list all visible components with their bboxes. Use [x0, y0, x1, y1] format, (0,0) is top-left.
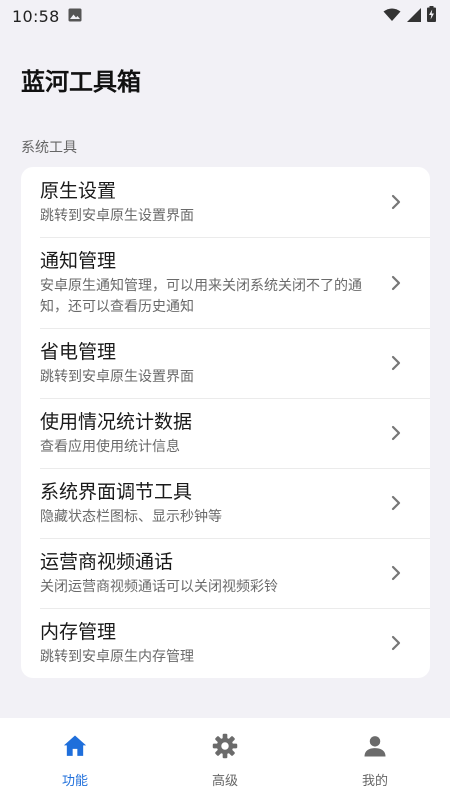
list-item-usage-stats[interactable]: 使用情况统计数据 查看应用使用统计信息: [21, 398, 430, 468]
chevron-right-icon: [391, 495, 401, 511]
item-description: 跳转到安卓原生设置界面: [40, 369, 194, 385]
chevron-right-icon: [391, 425, 401, 441]
item-title: 系统界面调节工具: [40, 481, 193, 503]
chevron-right-icon: [391, 275, 401, 290]
item-title: 运营商视频通话: [40, 551, 174, 573]
item-title: 省电管理: [40, 341, 117, 363]
tab-label: 我的: [361, 774, 388, 789]
item-title: 内存管理: [40, 621, 117, 643]
item-title: 使用情况统计数据: [40, 411, 193, 433]
list-item-notification-management[interactable]: 通知管理 安卓原生通知管理，可以用来关闭系统关闭不了的通知，还可以查看历史通知: [21, 237, 430, 328]
item-title: 通知管理: [40, 250, 117, 272]
tab-label: 功能: [61, 774, 88, 789]
item-description: 跳转到安卓原生内存管理: [40, 649, 194, 665]
chevron-right-icon: [391, 194, 401, 210]
tab-mine[interactable]: 我的: [300, 718, 450, 800]
person-icon: [364, 736, 386, 757]
gear-icon: [212, 733, 238, 759]
battery-charging-icon: [427, 6, 436, 26]
wifi-icon: [383, 7, 401, 26]
status-time: 10:58: [12, 6, 60, 26]
tab-advanced[interactable]: 高级: [150, 718, 300, 800]
image-icon: [68, 7, 82, 26]
home-icon: [63, 735, 87, 756]
status-bar: 10:58: [0, 0, 450, 32]
item-description: 隐藏状态栏图标、显示秒钟等: [40, 509, 222, 525]
chevron-right-icon: [391, 355, 401, 371]
signal-icon: [407, 7, 421, 26]
item-description: 关闭运营商视频通话可以关闭视频彩铃: [40, 579, 278, 595]
tools-list: 原生设置 跳转到安卓原生设置界面 通知管理 安卓原生通知管理，可以用来关闭系统关…: [21, 167, 430, 678]
item-title: 原生设置: [40, 180, 117, 202]
item-description: 安卓原生通知管理，可以用来关闭系统关闭不了的通知，还可以查看历史通知: [40, 278, 362, 315]
tab-functions[interactable]: 功能: [0, 718, 150, 800]
tab-label: 高级: [211, 774, 238, 789]
list-item-memory-management[interactable]: 内存管理 跳转到安卓原生内存管理: [21, 608, 430, 678]
chevron-right-icon: [391, 635, 401, 651]
item-description: 跳转到安卓原生设置界面: [40, 208, 194, 224]
list-item-carrier-video-call[interactable]: 运营商视频通话 关闭运营商视频通话可以关闭视频彩铃: [21, 538, 430, 608]
app-title: 蓝河工具箱: [21, 68, 141, 96]
bottom-nav: 功能 高级 我的: [0, 718, 450, 800]
list-item-system-ui-tuner[interactable]: 系统界面调节工具 隐藏状态栏图标、显示秒钟等: [21, 468, 430, 538]
list-item-power-management[interactable]: 省电管理 跳转到安卓原生设置界面: [21, 328, 430, 398]
section-label: 系统工具: [21, 140, 77, 156]
item-description: 查看应用使用统计信息: [40, 439, 180, 455]
chevron-right-icon: [391, 565, 401, 581]
list-item-native-settings[interactable]: 原生设置 跳转到安卓原生设置界面: [21, 167, 430, 237]
